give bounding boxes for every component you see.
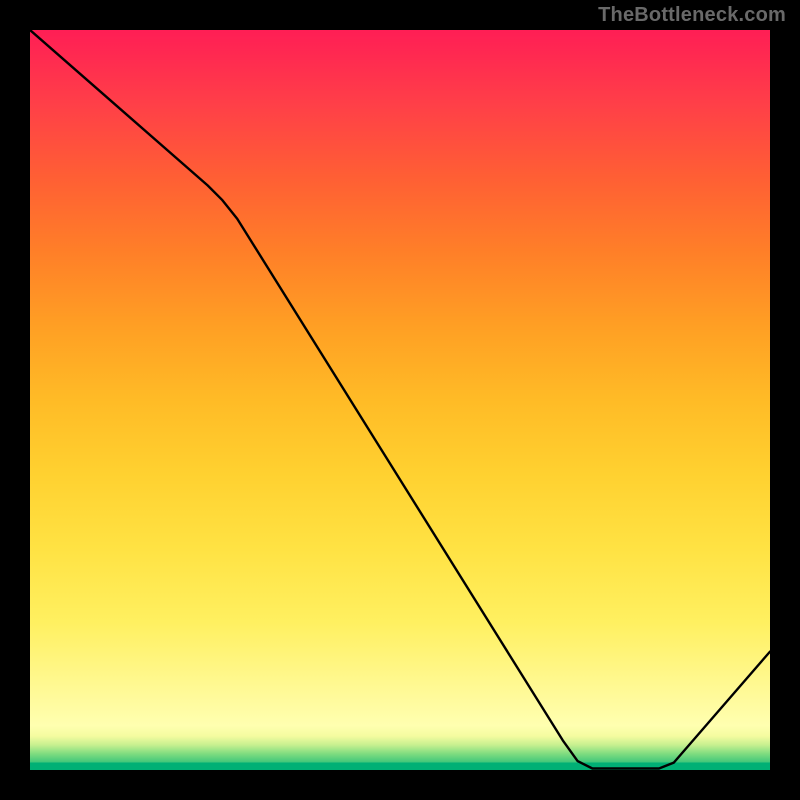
attribution-text: TheBottleneck.com xyxy=(598,4,786,27)
chart-frame xyxy=(27,27,773,773)
